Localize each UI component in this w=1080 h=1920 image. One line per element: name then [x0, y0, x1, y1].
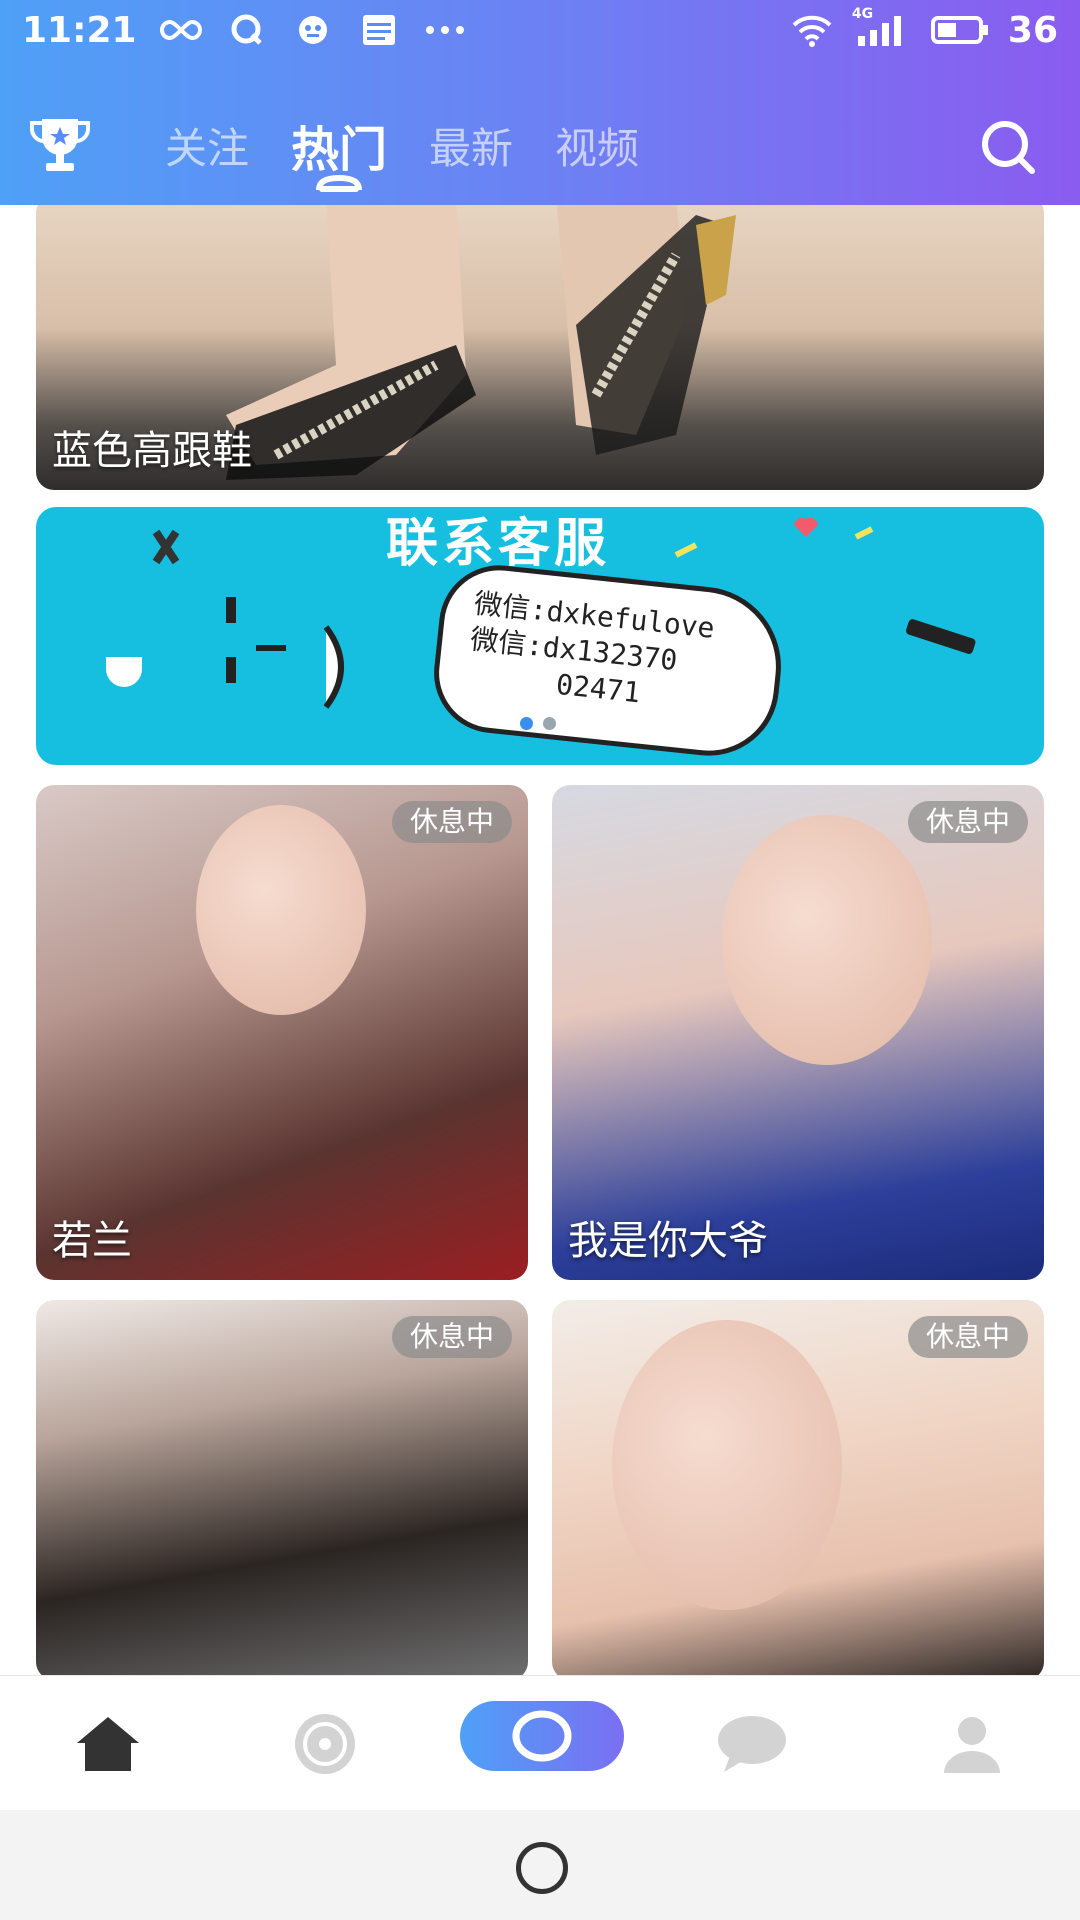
carousel-dots: [520, 717, 556, 730]
feed: 蓝色高跟鞋 联系客服 微信:dxkefulove 微信:dx132370 024…: [0, 205, 1080, 1675]
live-icon: [512, 1710, 572, 1762]
signal-icon: 4G: [852, 6, 912, 48]
status-badge: 休息中: [391, 801, 512, 843]
tab-follow[interactable]: 关注: [165, 115, 249, 176]
trophy-icon[interactable]: [28, 115, 92, 175]
anchor-card[interactable]: 休息中: [36, 1300, 528, 1675]
header: 11:21 4G 36 关注 热门 最新 视频: [0, 0, 1080, 205]
status-badge: 休息中: [907, 801, 1028, 843]
status-time: 11:21: [22, 9, 137, 51]
feed-card-shoe[interactable]: 蓝色高跟鞋: [36, 205, 1044, 490]
status-badge: 休息中: [907, 1316, 1028, 1358]
top-tab-bar: 关注 热门 最新 视频: [0, 95, 1080, 195]
status-badge: 休息中: [391, 1316, 512, 1358]
network-type: 4G: [851, 6, 874, 22]
infinity-icon: [159, 12, 203, 48]
carousel-dot[interactable]: [543, 717, 556, 730]
nav-messages[interactable]: [712, 1706, 792, 1782]
more-icon: [423, 12, 467, 48]
customer-service-banner[interactable]: 联系客服 微信:dxkefulove 微信:dx132370 02471: [36, 507, 1044, 765]
anchor-name: 若兰: [52, 1218, 132, 1264]
system-navigation-bar: [0, 1810, 1080, 1920]
disc-icon: [295, 1714, 355, 1774]
tab-latest[interactable]: 最新: [429, 115, 513, 176]
user-icon: [944, 1717, 1000, 1773]
news-icon: [357, 12, 401, 48]
home-icon: [77, 1717, 139, 1771]
tab-active-indicator: [316, 174, 363, 192]
anchor-card[interactable]: 休息中 我是你大爷: [552, 785, 1044, 1280]
status-bar: 11:21 4G 36: [0, 0, 1080, 60]
wifi-icon: [790, 12, 834, 48]
battery-icon: [930, 12, 990, 48]
battery-level: 36: [1007, 9, 1058, 51]
anchor-photo: [722, 815, 932, 1065]
nav-home[interactable]: [68, 1706, 148, 1782]
anchor-photo: [612, 1320, 842, 1610]
search-icon[interactable]: [978, 117, 1038, 177]
app-icon: [291, 12, 335, 48]
anchor-photo: [196, 805, 366, 1015]
q-icon: [225, 12, 269, 48]
nav-live-button[interactable]: [460, 1701, 624, 1771]
bottom-nav: [0, 1675, 1080, 1810]
anchor-card[interactable]: 休息中: [552, 1300, 1044, 1675]
nav-profile[interactable]: [932, 1706, 1012, 1782]
card-title: 蓝色高跟鞋: [52, 428, 252, 474]
tab-hot[interactable]: 热门: [291, 110, 387, 192]
system-home-key[interactable]: [516, 1842, 568, 1894]
nav-discover[interactable]: [285, 1706, 365, 1782]
anchor-name: 我是你大爷: [568, 1218, 768, 1264]
tab-video[interactable]: 视频: [555, 115, 639, 176]
carousel-dot-active[interactable]: [520, 717, 533, 730]
anchor-card[interactable]: 休息中 若兰: [36, 785, 528, 1280]
chat-icon: [718, 1716, 786, 1772]
category-tabs: 关注 热门 最新 视频: [165, 95, 639, 195]
